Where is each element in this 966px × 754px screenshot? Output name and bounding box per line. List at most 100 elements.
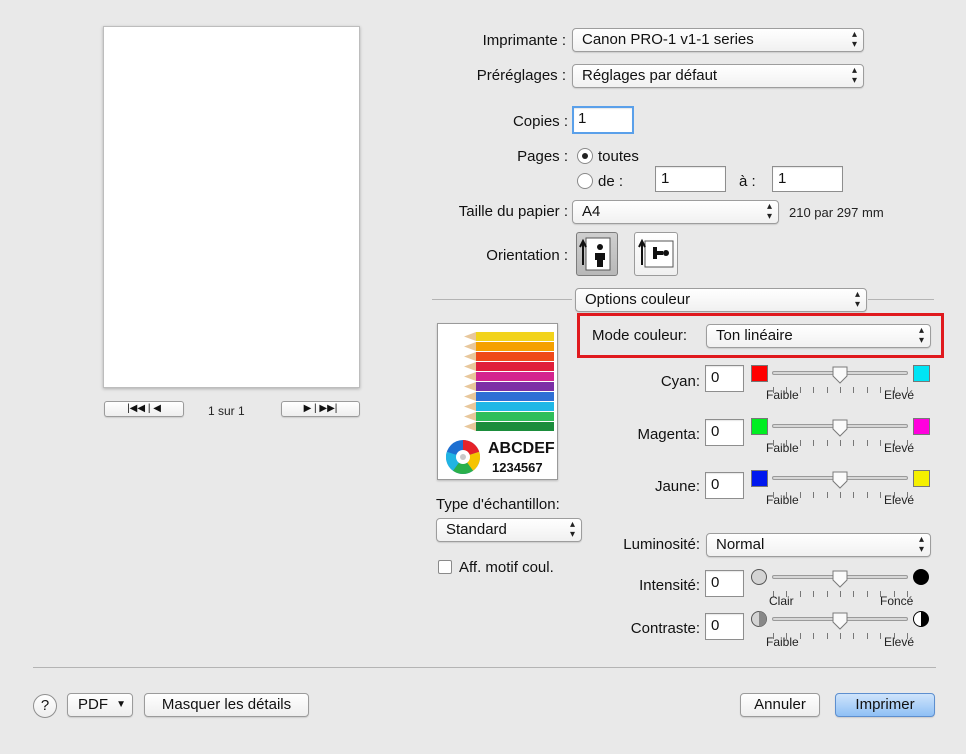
yellow-label: Jaune: <box>654 478 700 495</box>
pattern-checkbox-label: Aff. motif coul. <box>459 559 554 576</box>
cyan-left-swatch <box>751 365 768 382</box>
cyan-right-swatch <box>913 365 930 382</box>
section-select[interactable]: Options couleur ▴ ▾ <box>575 288 867 312</box>
presets-value: Réglages par défaut <box>582 67 718 84</box>
paper-size-value: A4 <box>582 203 601 220</box>
presets-select[interactable]: Réglages par défaut ▴ ▾ <box>572 64 864 88</box>
intensity-label: Intensité: <box>639 577 700 594</box>
sample-type-value: Standard <box>446 521 507 538</box>
intensity-slider-ticks <box>772 584 908 597</box>
pages-all-label: toutes <box>598 148 639 165</box>
pages-from-field[interactable]: 1 <box>655 166 726 192</box>
orientation-label: Orientation : <box>486 247 568 264</box>
landscape-icon <box>638 238 674 268</box>
color-sample-image: ABCDEF 1234567 <box>437 323 558 480</box>
intensity-max-label: Foncé <box>880 594 914 608</box>
magenta-max-label: Elevé <box>884 441 915 455</box>
yellow-left-swatch <box>751 470 768 487</box>
yellow-max-label: Elevé <box>884 493 915 507</box>
footer-separator <box>33 667 936 668</box>
light-circle-icon <box>751 569 767 585</box>
cancel-button[interactable]: Annuler <box>740 693 820 717</box>
printer-value: Canon PRO-1 v1-1 series <box>582 31 754 48</box>
color-mode-value: Ton linéaire <box>716 327 793 344</box>
preview-nav-first-prev[interactable]: |◀◀ | ◀ <box>104 401 184 417</box>
contrast-max-label: Elevé <box>884 635 915 649</box>
cyan-field[interactable]: 0 <box>705 365 744 392</box>
pdf-label: PDF <box>78 696 108 713</box>
hide-details-button[interactable]: Masquer les détails <box>144 693 309 717</box>
copies-label: Copies : <box>512 113 568 130</box>
yellow-right-swatch <box>913 470 930 487</box>
color-mode-label: Mode couleur: <box>592 327 688 344</box>
print-button[interactable]: Imprimer <box>835 693 935 717</box>
cyan-slider-ticks <box>772 380 908 393</box>
copies-field[interactable]: 1 <box>572 106 634 134</box>
chevron-updown-icon: ▴ ▾ <box>851 29 857 50</box>
printer-select[interactable]: Canon PRO-1 v1-1 series ▴ ▾ <box>572 28 864 52</box>
dark-circle-icon <box>913 569 929 585</box>
brightness-select[interactable]: Normal ▴ ▾ <box>706 533 931 557</box>
yellow-field[interactable]: 0 <box>705 472 744 499</box>
sample-type-select[interactable]: Standard ▴ ▾ <box>436 518 582 542</box>
pages-label: Pages : <box>517 148 568 165</box>
magenta-field[interactable]: 0 <box>705 419 744 446</box>
section-value: Options couleur <box>585 291 691 308</box>
preview-page-info: 1 sur 1 <box>208 404 245 418</box>
color-mode-select[interactable]: Ton linéaire ▴ ▾ <box>706 324 931 348</box>
cyan-min-label: Faible <box>766 388 799 402</box>
low-contrast-icon <box>751 611 767 627</box>
contrast-label: Contraste: <box>630 620 700 637</box>
chevron-updown-icon: ▴ ▾ <box>854 289 860 310</box>
sample-number-text: 1234567 <box>492 460 543 475</box>
brightness-label: Luminosité: <box>623 536 700 553</box>
pages-all-radio[interactable] <box>577 148 593 164</box>
pages-from-label: de : <box>598 173 624 190</box>
brightness-value: Normal <box>716 536 765 553</box>
magenta-left-swatch <box>751 418 768 435</box>
sample-abc-text: ABCDEF <box>488 440 555 457</box>
printer-label: Imprimante : <box>482 32 566 49</box>
color-wheel-icon <box>445 440 481 475</box>
help-icon: ? <box>40 697 50 714</box>
portrait-icon <box>579 237 611 271</box>
page-preview <box>103 26 360 388</box>
sample-type-label: Type d'échantillon: <box>436 496 560 513</box>
magenta-slider-ticks <box>772 433 908 446</box>
high-contrast-icon <box>913 611 929 627</box>
preview-nav-next-last[interactable]: ▶ | ▶▶| <box>281 401 360 417</box>
section-separator-left <box>432 299 572 300</box>
help-button[interactable]: ? <box>33 694 57 718</box>
cyan-max-label: Elevé <box>884 388 915 402</box>
paper-size-label: Taille du papier : <box>458 203 568 220</box>
chevron-updown-icon: ▴ ▾ <box>851 65 857 86</box>
pdf-menu-button[interactable]: PDF ▼ <box>67 693 133 717</box>
intensity-min-label: Clair <box>769 594 794 608</box>
pages-to-label: à : <box>739 173 756 190</box>
chevron-down-icon: ▼ <box>116 699 126 710</box>
pencils-icon <box>464 332 554 431</box>
paper-size-select[interactable]: A4 ▴ ▾ <box>572 200 779 224</box>
contrast-slider-ticks <box>772 626 908 639</box>
magenta-right-swatch <box>913 418 930 435</box>
chevron-updown-icon: ▴ ▾ <box>569 519 575 540</box>
orientation-landscape-button[interactable] <box>634 232 678 276</box>
section-separator-right <box>868 299 934 300</box>
pages-range-radio[interactable] <box>577 173 593 189</box>
yellow-slider-ticks <box>772 485 908 498</box>
chevron-updown-icon: ▴ ▾ <box>766 201 772 222</box>
magenta-label: Magenta: <box>637 426 700 443</box>
cyan-label: Cyan: <box>660 373 700 390</box>
contrast-min-label: Faible <box>766 635 799 649</box>
pattern-checkbox[interactable] <box>438 560 452 574</box>
orientation-portrait-button[interactable] <box>576 232 618 276</box>
paper-size-dimensions: 210 par 297 mm <box>789 205 884 220</box>
contrast-field[interactable]: 0 <box>705 613 744 640</box>
chevron-updown-icon: ▴ ▾ <box>918 534 924 555</box>
yellow-min-label: Faible <box>766 493 799 507</box>
chevron-updown-icon: ▴ ▾ <box>918 325 924 346</box>
pages-to-field[interactable]: 1 <box>772 166 843 192</box>
presets-label: Préréglages : <box>476 67 566 84</box>
intensity-field[interactable]: 0 <box>705 570 744 597</box>
magenta-min-label: Faible <box>766 441 799 455</box>
